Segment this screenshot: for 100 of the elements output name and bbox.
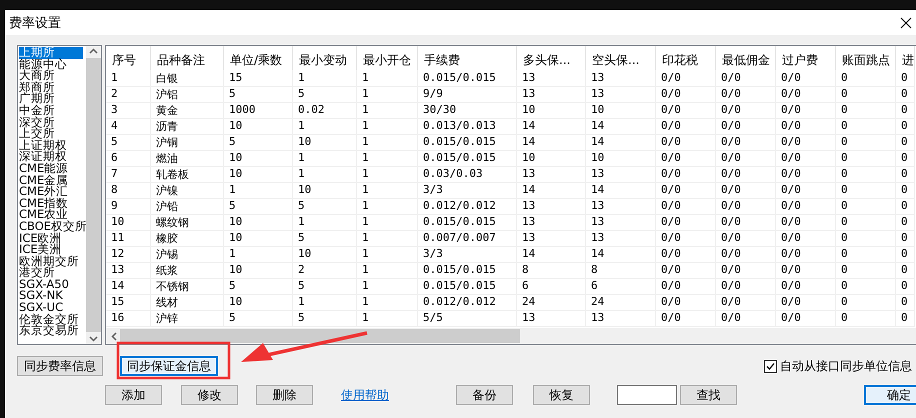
table-cell: 14 bbox=[586, 182, 656, 199]
action-button[interactable]: 修改 bbox=[181, 385, 238, 405]
table-cell: 6 bbox=[106, 150, 151, 167]
table-cell: 16 bbox=[106, 310, 151, 327]
exchange-item[interactable]: 大商所 bbox=[19, 70, 86, 82]
table-cell: 8 bbox=[517, 262, 586, 279]
action-button[interactable]: 恢复 bbox=[533, 385, 590, 405]
table-cell: 0/0 bbox=[776, 198, 836, 215]
exchange-item[interactable]: SGX-NK bbox=[19, 290, 86, 302]
column-header[interactable]: 最小变动 bbox=[293, 46, 357, 70]
table-cell: 10 bbox=[224, 294, 293, 311]
column-header[interactable]: 账面跳点 bbox=[836, 46, 896, 70]
table-cell: 黄金 bbox=[151, 102, 224, 119]
exchange-item[interactable]: CME外汇 bbox=[19, 186, 86, 198]
sync-button[interactable]: 同步费率信息 bbox=[17, 356, 103, 376]
exchange-item[interactable]: 欧洲期交所 bbox=[19, 256, 86, 268]
table-cell: 0 bbox=[836, 118, 896, 135]
table-cell: 0 bbox=[896, 262, 915, 279]
table-cell: 14 bbox=[586, 134, 656, 151]
check-icon bbox=[766, 362, 775, 370]
table-cell: 沪锡 bbox=[151, 246, 224, 263]
sync-button[interactable]: 同步保证金信息 bbox=[120, 356, 218, 376]
column-header[interactable]: 最低佣金 bbox=[716, 46, 776, 70]
exchange-item[interactable]: 上交所 bbox=[19, 128, 86, 140]
table-cell: 0/0 bbox=[716, 294, 776, 311]
table-cell: 0 bbox=[896, 118, 915, 135]
table-cell: 1 bbox=[224, 182, 293, 199]
exchange-item[interactable]: 上证期权 bbox=[19, 140, 86, 152]
exchange-item[interactable]: ICE美洲 bbox=[19, 244, 86, 256]
action-button[interactable]: 备份 bbox=[456, 385, 513, 405]
checkbox[interactable] bbox=[764, 360, 777, 372]
exchange-item[interactable]: 上期所 bbox=[19, 47, 83, 59]
exchange-item[interactable]: 郑商所 bbox=[19, 82, 86, 94]
table-cell: 0/0 bbox=[656, 198, 716, 215]
table-cell: 10 bbox=[224, 150, 293, 167]
table-cell: 0/0 bbox=[716, 246, 776, 263]
column-header[interactable]: 品种备注 bbox=[151, 46, 224, 70]
table-cell: 不锈钢 bbox=[151, 278, 224, 295]
help-link[interactable]: 使用帮助 bbox=[341, 386, 389, 404]
column-header[interactable]: 序号 bbox=[106, 46, 151, 70]
action-button[interactable]: 确定 bbox=[864, 385, 916, 405]
exchange-item[interactable]: SGX-A50 bbox=[19, 278, 86, 290]
down-chevron-icon[interactable] bbox=[89, 336, 98, 342]
column-header[interactable]: 过户费 bbox=[776, 46, 836, 70]
table-cell: 线材 bbox=[151, 294, 224, 311]
left-chevron-icon[interactable] bbox=[111, 332, 117, 340]
table-cell: 0/0 bbox=[656, 230, 716, 247]
action-button[interactable]: 添加 bbox=[105, 385, 162, 405]
exchange-item[interactable]: 深交所 bbox=[19, 116, 86, 128]
exchange-item[interactable]: 广期所 bbox=[19, 93, 86, 105]
table-cell: 0/0 bbox=[776, 118, 836, 135]
table-cell: 30/30 bbox=[418, 102, 517, 119]
window-title: 费率设置 bbox=[9, 14, 61, 32]
search-field[interactable] bbox=[617, 385, 677, 405]
table-cell: 10 bbox=[106, 214, 151, 231]
table-cell: 13 bbox=[106, 262, 151, 279]
exchange-item[interactable]: SGX-UC bbox=[19, 302, 86, 314]
column-header[interactable]: 单位/乘数 bbox=[224, 46, 293, 70]
table-cell: 13 bbox=[517, 86, 586, 103]
close-icon[interactable] bbox=[900, 16, 912, 28]
table-cell: 0.013/0.013 bbox=[418, 118, 517, 135]
exchange-item[interactable]: CME指数 bbox=[19, 198, 86, 210]
exchange-item[interactable]: 深证期权 bbox=[19, 151, 86, 163]
exchange-item[interactable]: 能源中心 bbox=[19, 58, 86, 70]
column-header[interactable]: 印花税 bbox=[656, 46, 716, 70]
table-cell: 5 bbox=[224, 278, 293, 295]
table-cell: 1 bbox=[357, 214, 418, 231]
table-cell: 1 bbox=[357, 102, 418, 119]
exchange-item[interactable]: 伦敦金交所 bbox=[19, 314, 86, 326]
column-header[interactable]: 进 bbox=[896, 46, 915, 70]
column-header[interactable]: 手续费 bbox=[418, 46, 517, 70]
column-header[interactable]: 多头保... bbox=[517, 46, 586, 70]
exchange-item[interactable]: 东京交易所 bbox=[19, 325, 86, 337]
table-cell: 5 bbox=[293, 278, 357, 295]
exchange-item[interactable]: CME能源 bbox=[19, 162, 86, 175]
table-cell: 0/0 bbox=[776, 150, 836, 167]
table-cell: 1000 bbox=[224, 102, 293, 119]
exchange-item[interactable]: 中金所 bbox=[19, 104, 86, 117]
scrollbar-thumb[interactable] bbox=[120, 329, 520, 343]
horizontal-scrollbar[interactable] bbox=[106, 328, 916, 344]
up-chevron-icon[interactable] bbox=[89, 48, 98, 54]
action-button[interactable]: 删除 bbox=[256, 385, 313, 405]
table-cell: 0/0 bbox=[656, 262, 716, 279]
exchange-item[interactable]: CME金属 bbox=[19, 174, 86, 186]
table-cell: 5 bbox=[224, 134, 293, 151]
table-cell: 0 bbox=[836, 102, 896, 119]
table-cell: 0/0 bbox=[656, 134, 716, 151]
table-cell: 13 bbox=[517, 214, 586, 231]
column-header[interactable]: 最小开仓 bbox=[357, 46, 418, 70]
table-cell: 0/0 bbox=[656, 294, 716, 311]
table-cell: 0 bbox=[836, 134, 896, 151]
action-button[interactable]: 查找 bbox=[680, 385, 737, 405]
exchange-item[interactable]: ICE欧洲 bbox=[19, 232, 86, 244]
exchange-item[interactable]: 港交所 bbox=[19, 267, 86, 279]
table-cell: 0 bbox=[836, 198, 896, 215]
table-cell: 0.015/0.015 bbox=[418, 214, 517, 231]
table-cell: 0 bbox=[836, 278, 896, 295]
column-header[interactable]: 空头保... bbox=[586, 46, 656, 70]
exchange-item[interactable]: CME农业 bbox=[19, 209, 86, 221]
table-cell: 0 bbox=[836, 310, 896, 327]
